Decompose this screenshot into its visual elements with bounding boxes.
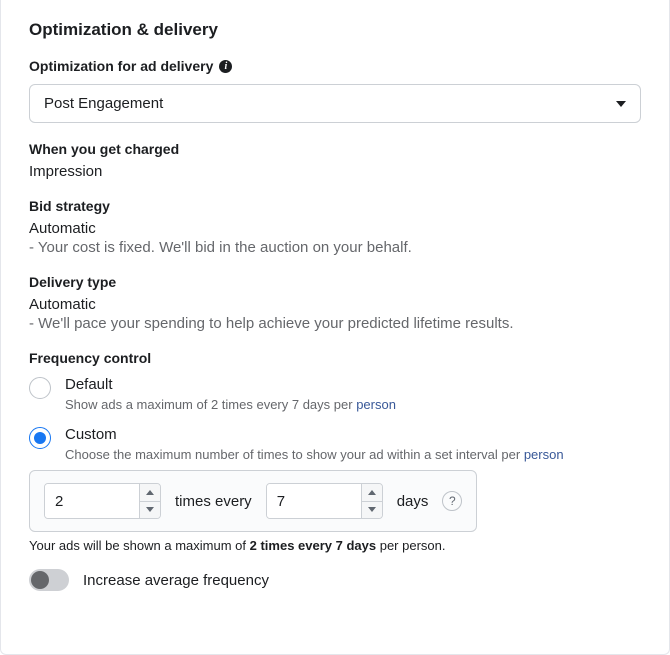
times-step-up[interactable] [140,484,160,501]
optimization-label: Optimization for ad delivery i [29,58,641,74]
delivery-subtext: - We'll pace your spending to help achie… [29,315,641,332]
frequency-field: Frequency control Default Show ads a max… [29,350,641,591]
optimization-field: Optimization for ad delivery i Post Enga… [29,58,641,123]
interval-step-up[interactable] [362,484,382,501]
frequency-summary: Your ads will be shown a maximum of 2 ti… [29,538,641,553]
radio-custom[interactable] [29,427,51,449]
info-icon[interactable]: i [219,60,232,73]
increase-frequency-row: Increase average frequency [29,567,641,591]
optimization-label-text: Optimization for ad delivery [29,58,213,74]
times-step-down[interactable] [140,501,160,519]
times-stepper[interactable] [44,483,161,519]
arrow-down-icon [368,507,376,512]
charged-value: Impression [29,163,641,180]
interval-step-down[interactable] [362,501,382,519]
increase-frequency-label: Increase average frequency [83,572,269,589]
delivery-value: Automatic [29,296,641,313]
interval-label: days [397,493,429,510]
arrow-up-icon [368,490,376,495]
chevron-down-icon [616,101,626,107]
radio-default[interactable] [29,377,51,399]
radio-custom-desc: Choose the maximum number of times to sh… [65,447,641,462]
bid-subtext: - Your cost is fixed. We'll bid in the a… [29,239,641,256]
bid-label: Bid strategy [29,198,641,214]
delivery-field: Delivery type Automatic - We'll pace you… [29,274,641,332]
person-link[interactable]: person [524,447,564,462]
optimization-select-value: Post Engagement [44,95,163,112]
arrow-up-icon [146,490,154,495]
times-input[interactable] [45,484,139,518]
interval-stepper[interactable] [266,483,383,519]
frequency-option-default[interactable]: Default Show ads a maximum of 2 times ev… [29,376,641,412]
times-label: times every [175,493,252,510]
radio-custom-title: Custom [65,426,641,443]
increase-frequency-toggle[interactable] [29,569,69,591]
optimization-select[interactable]: Post Engagement [29,84,641,123]
delivery-label: Delivery type [29,274,641,290]
bid-field: Bid strategy Automatic - Your cost is fi… [29,198,641,256]
section-title: Optimization & delivery [29,20,641,40]
person-link[interactable]: person [356,397,396,412]
bid-value: Automatic [29,220,641,237]
help-icon[interactable]: ? [442,491,462,511]
charged-field: When you get charged Impression [29,141,641,180]
frequency-label: Frequency control [29,350,641,366]
frequency-option-custom[interactable]: Custom Choose the maximum number of time… [29,426,641,462]
interval-input[interactable] [267,484,361,518]
radio-default-title: Default [65,376,641,393]
optimization-delivery-card: Optimization & delivery Optimization for… [0,0,670,655]
arrow-down-icon [146,507,154,512]
radio-default-desc: Show ads a maximum of 2 times every 7 da… [65,397,641,412]
toggle-knob [31,571,49,589]
frequency-custom-controls: times every days ? [29,470,477,532]
charged-label: When you get charged [29,141,641,157]
